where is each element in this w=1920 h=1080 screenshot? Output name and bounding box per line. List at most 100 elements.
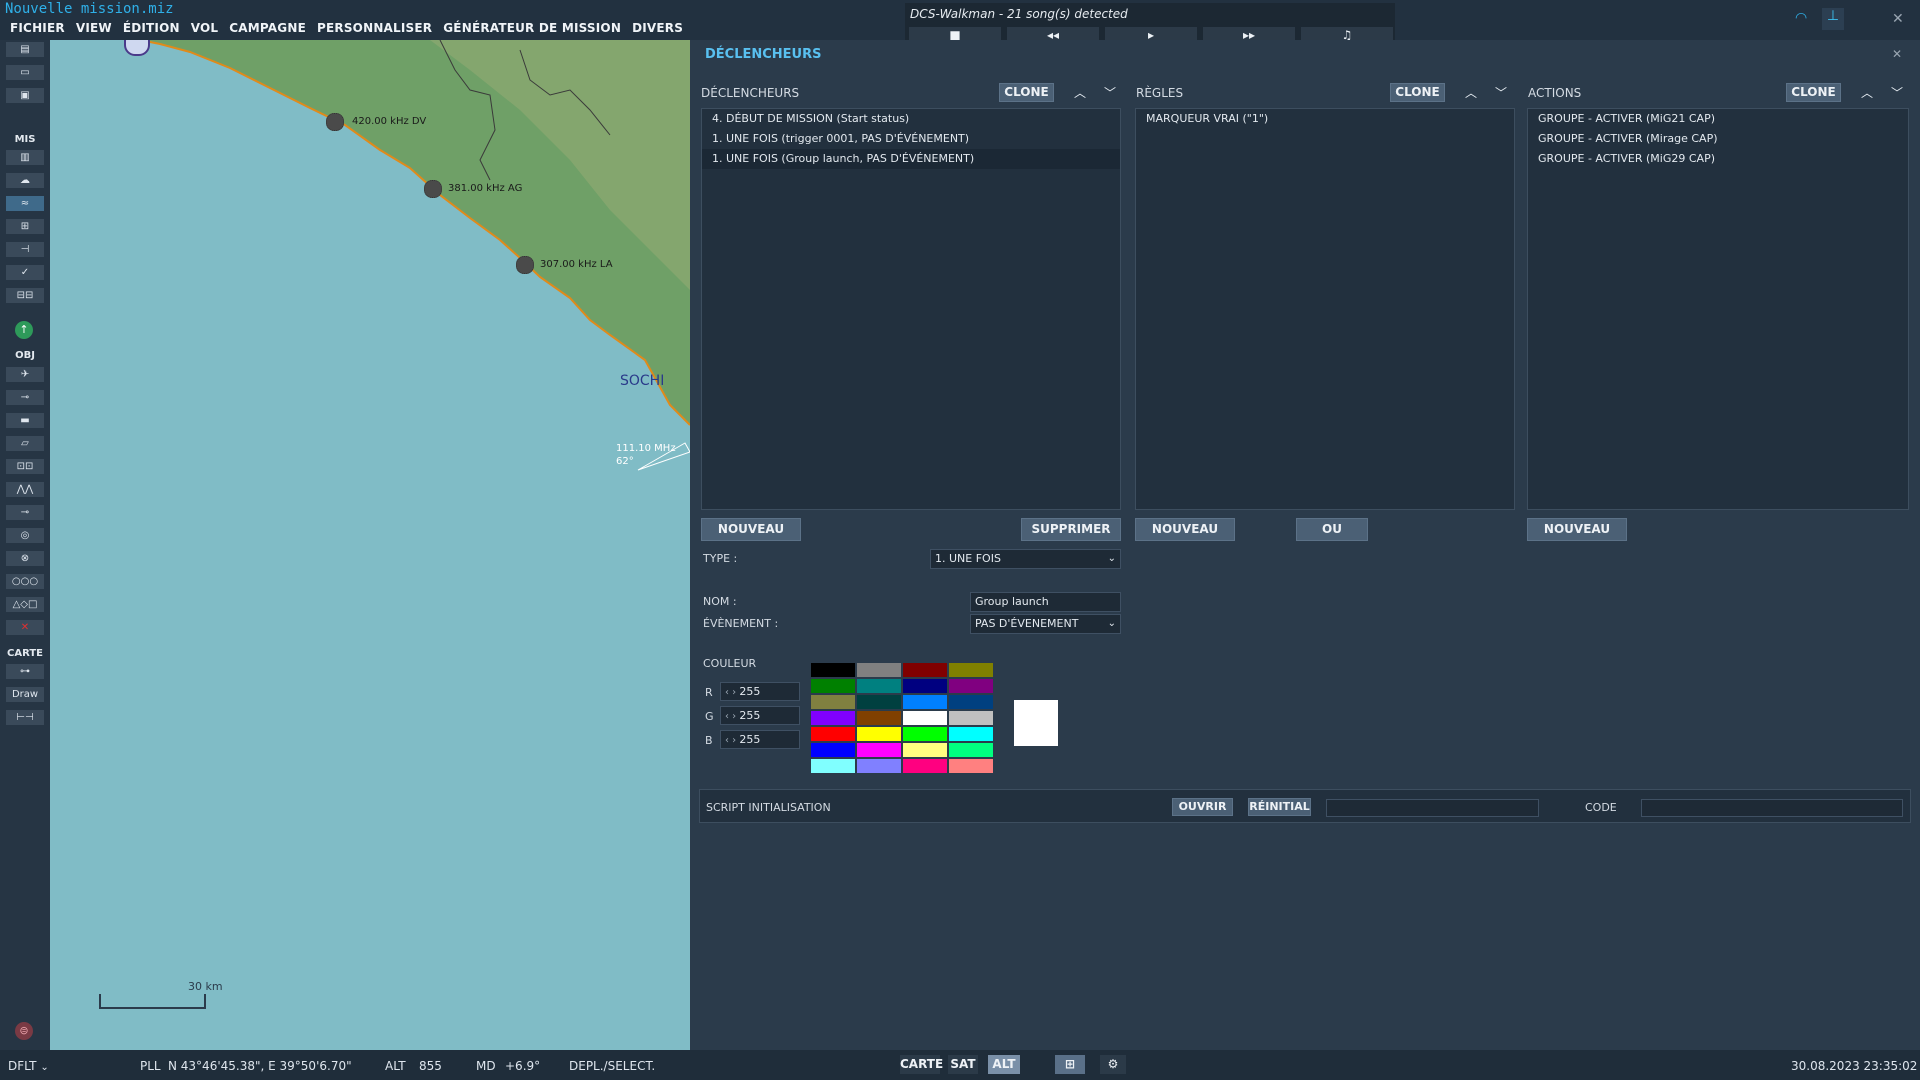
b-stepper[interactable]: ‹ › 255 [720, 730, 800, 749]
ship-icon[interactable]: ⏥ [6, 436, 44, 451]
menu-generateur[interactable]: GÉNÉRATEUR DE MISSION [443, 21, 621, 35]
color-swatch[interactable] [857, 727, 901, 741]
color-swatch[interactable] [811, 679, 855, 693]
actions-clone-button[interactable]: CLONE [1786, 83, 1841, 102]
color-swatch[interactable] [949, 727, 993, 741]
color-swatch[interactable] [903, 759, 947, 773]
triggers-new-button[interactable]: NOUVEAU [701, 518, 801, 541]
menu-personnaliser[interactable]: PERSONNALISER [317, 21, 432, 35]
triggers-icon[interactable]: ≈ [6, 196, 44, 211]
list-item[interactable]: 1. UNE FOIS (Group launch, PAS D'ÉVÉNEME… [702, 149, 1120, 169]
color-swatch[interactable] [857, 711, 901, 725]
g-stepper[interactable]: ‹ › 255 [720, 706, 800, 725]
menu-campagne[interactable]: CAMPAGNE [229, 21, 306, 35]
triggers-up-icon[interactable]: ︿ [1074, 84, 1086, 101]
menu-vol[interactable]: VOL [191, 21, 219, 35]
map-mode-button[interactable]: CARTE [900, 1055, 943, 1074]
color-swatch[interactable] [857, 743, 901, 757]
color-swatch[interactable] [903, 711, 947, 725]
links-icon[interactable]: ⊟⊟ [6, 288, 44, 303]
color-swatch[interactable] [949, 663, 993, 677]
code-input[interactable] [1641, 799, 1903, 817]
beacon-icon[interactable] [516, 256, 534, 274]
color-swatch[interactable] [949, 679, 993, 693]
rules-clone-button[interactable]: CLONE [1390, 83, 1445, 102]
ground-vehicle-icon[interactable]: ▬ [6, 413, 44, 428]
wifi-icon[interactable]: ◠ [1795, 10, 1807, 26]
color-swatch[interactable] [857, 663, 901, 677]
menu-fichier[interactable]: FICHIER [10, 21, 65, 35]
save-icon[interactable]: ▣ [6, 88, 44, 103]
upload-icon[interactable]: ↑ [15, 321, 33, 339]
circle-zone-icon[interactable]: ⊗ [6, 551, 44, 566]
script-path-input[interactable] [1326, 799, 1539, 817]
color-swatch[interactable] [949, 759, 993, 773]
group-zone-icon[interactable]: ○○○ [6, 574, 44, 589]
color-swatch[interactable] [811, 759, 855, 773]
beacon-icon[interactable] [424, 180, 442, 198]
goals-icon[interactable]: ⊣ [6, 242, 44, 257]
menu-edition[interactable]: ÉDITION [123, 21, 180, 35]
layers-icon[interactable]: ⊞ [1055, 1055, 1085, 1074]
target-zone-icon[interactable]: ◎ [6, 528, 44, 543]
resources-icon[interactable]: ⊞ [6, 219, 44, 234]
script-reset-button[interactable]: RÉINITIAL [1248, 798, 1311, 816]
stepper-arrows-icon[interactable]: ‹ › [725, 711, 739, 722]
mode-select[interactable]: DFLT ⌄ [8, 1059, 49, 1073]
plane-icon[interactable]: ✈ [6, 367, 44, 382]
static-object-icon[interactable]: ⊡⊡ [6, 459, 44, 474]
list-item[interactable]: 4. DÉBUT DE MISSION (Start status) [702, 109, 1120, 129]
triggers-delete-button[interactable]: SUPPRIMER [1021, 518, 1121, 541]
color-swatch[interactable] [903, 727, 947, 741]
color-swatch[interactable] [811, 743, 855, 757]
weather-icon[interactable]: ☁ [6, 173, 44, 188]
stepper-arrows-icon[interactable]: ‹ › [725, 687, 739, 698]
panel-close-icon[interactable]: ✕ [1892, 47, 1902, 61]
new-file-icon[interactable]: ▤ [6, 42, 44, 57]
color-swatch[interactable] [811, 663, 855, 677]
helicopter-icon[interactable]: ⊸ [6, 390, 44, 405]
select-mode[interactable]: DEPL./SELECT. [569, 1059, 655, 1073]
color-swatch[interactable] [857, 759, 901, 773]
actions-down-icon[interactable]: ﹀ [1891, 84, 1903, 101]
clipboard-icon[interactable]: ▥ [6, 150, 44, 165]
color-swatch[interactable] [903, 679, 947, 693]
rules-up-icon[interactable]: ︿ [1465, 84, 1477, 101]
stepper-arrows-icon[interactable]: ‹ › [725, 735, 739, 746]
measure-icon[interactable]: ⊢⊣ [6, 710, 44, 725]
color-swatch[interactable] [811, 695, 855, 709]
delete-icon[interactable]: ✕ [6, 620, 44, 635]
close-app-icon[interactable]: ✕ [1892, 11, 1904, 27]
color-swatch[interactable] [811, 711, 855, 725]
script-open-button[interactable]: OUVRIR [1172, 798, 1233, 816]
color-swatch[interactable] [949, 711, 993, 725]
color-swatch[interactable] [949, 695, 993, 709]
open-folder-icon[interactable]: ▭ [6, 65, 44, 80]
color-swatch[interactable] [949, 743, 993, 757]
rules-down-icon[interactable]: ﹀ [1495, 84, 1507, 101]
nav-point-icon[interactable]: ⊸ [6, 505, 44, 520]
color-swatch[interactable] [903, 743, 947, 757]
triggers-clone-button[interactable]: CLONE [999, 83, 1054, 102]
list-item[interactable]: GROUPE - ACTIVER (MiG21 CAP) [1528, 109, 1908, 129]
menu-view[interactable]: VIEW [76, 21, 112, 35]
actions-new-button[interactable]: NOUVEAU [1527, 518, 1627, 541]
draw-button[interactable]: Draw [6, 687, 44, 702]
menu-divers[interactable]: DIVERS [632, 21, 683, 35]
list-item[interactable]: GROUPE - ACTIVER (MiG29 CAP) [1528, 149, 1908, 169]
color-swatch[interactable] [903, 695, 947, 709]
list-item[interactable]: 1. UNE FOIS (trigger 0001, PAS D'ÉVÉNEME… [702, 129, 1120, 149]
antenna-icon[interactable]: ⊥ [1822, 8, 1844, 30]
record-icon[interactable]: ⊜ [15, 1022, 33, 1040]
rules-or-button[interactable]: OU [1296, 518, 1368, 541]
sat-mode-button[interactable]: SAT [948, 1055, 978, 1074]
list-item[interactable]: MARQUEUR VRAI ("1") [1136, 109, 1514, 129]
type-select[interactable]: 1. UNE FOIS ⌄ [930, 549, 1121, 569]
color-swatch[interactable] [857, 695, 901, 709]
settings-icon[interactable]: ⚙ [1100, 1055, 1126, 1074]
map-view[interactable]: 420.00 kHz DV 381.00 kHz AG 307.00 kHz L… [50, 40, 690, 1050]
list-item[interactable]: GROUPE - ACTIVER (Mirage CAP) [1528, 129, 1908, 149]
actions-up-icon[interactable]: ︿ [1861, 84, 1873, 101]
ruler-key-icon[interactable]: ⊶ [6, 664, 44, 679]
alt-mode-button[interactable]: ALT [988, 1055, 1020, 1074]
